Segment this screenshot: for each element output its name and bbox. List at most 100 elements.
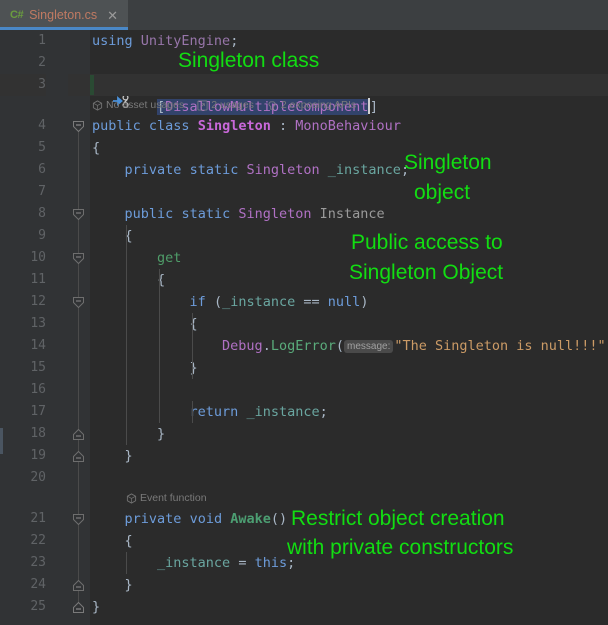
gutter-icon-slot: [46, 574, 68, 596]
code-line-11[interactable]: 11 {: [0, 269, 608, 291]
tab-singleton-cs[interactable]: C# Singleton.cs ✕: [0, 0, 129, 30]
fold-slot[interactable]: [68, 508, 90, 530]
code-line-19[interactable]: 19 }: [0, 445, 608, 467]
code-text[interactable]: [DisallowMultipleComponent]: [90, 74, 608, 115]
code-line-8[interactable]: 8 public static Singleton Instance: [0, 203, 608, 225]
code-text[interactable]: }: [90, 445, 608, 467]
line-number: 3: [0, 74, 46, 96]
code-text[interactable]: Debug.LogError(message: "The Singleton is…: [90, 335, 608, 357]
fold-region-line: [78, 467, 79, 489]
code-text[interactable]: public class Singleton : MonoBehaviour: [90, 115, 608, 137]
code-line-23[interactable]: 23 _instance = this;: [0, 552, 608, 574]
fold-collapse-icon[interactable]: [72, 253, 85, 264]
fold-collapse-icon[interactable]: [72, 514, 85, 525]
fold-collapse-icon[interactable]: [72, 209, 85, 220]
fold-slot[interactable]: [68, 247, 90, 269]
fold-expand-icon[interactable]: [72, 451, 85, 462]
code-editor[interactable]: 1 using UnityEngine; 2 3 [DisallowMultip…: [0, 30, 608, 625]
code-text[interactable]: public static Singleton Instance: [90, 203, 608, 225]
gutter-icon-slot[interactable]: [46, 74, 129, 109]
code-text[interactable]: [90, 467, 608, 489]
code-line-15[interactable]: 15 }: [0, 357, 608, 379]
code-text[interactable]: [90, 379, 608, 401]
code-text[interactable]: {: [90, 530, 608, 552]
hint-2-usages[interactable]: 2 usages: [197, 96, 254, 115]
line-number: 8: [38, 206, 46, 221]
code-text[interactable]: }: [90, 357, 608, 379]
line-number: 22: [30, 533, 46, 548]
fold-expand-icon[interactable]: [72, 580, 85, 591]
code-line-13[interactable]: 13 {: [0, 313, 608, 335]
code-line-7[interactable]: 7: [0, 181, 608, 203]
line-number: 2: [38, 55, 46, 70]
code-line-17[interactable]: 17 return _instance;: [0, 401, 608, 423]
line-number: 1: [38, 33, 46, 48]
code-text[interactable]: {: [90, 137, 608, 159]
hint-event-function[interactable]: Event function: [126, 489, 207, 508]
code-text[interactable]: return _instance;: [90, 401, 608, 423]
code-line-10[interactable]: 10 get: [0, 247, 608, 269]
fold-expand-icon[interactable]: [72, 602, 85, 613]
code-line-2[interactable]: 2: [0, 52, 608, 74]
code-text[interactable]: {: [90, 225, 608, 247]
code-text[interactable]: if (_instance == null): [90, 291, 608, 313]
code-line-21[interactable]: 21 private void Awake(): [0, 508, 608, 530]
code-line-25[interactable]: 25 }: [0, 596, 608, 618]
code-text[interactable]: }: [90, 423, 608, 445]
code-line-4[interactable]: 4 public class Singleton : MonoBehaviour: [0, 115, 608, 137]
inlay-hints[interactable]: Event function: [90, 489, 608, 508]
token-brace: {: [189, 316, 198, 332]
token-static: static: [189, 162, 239, 178]
token-brace: {: [124, 533, 133, 549]
code-line-18[interactable]: 18 }: [0, 423, 608, 445]
code-line-9[interactable]: 9 {: [0, 225, 608, 247]
hint-no-asset-usages[interactable]: No asset usages: [92, 96, 184, 115]
close-icon[interactable]: ✕: [105, 9, 120, 22]
inlay-hints[interactable]: No asset usages 2 usages 2 exposing APIs: [90, 96, 608, 115]
code-text[interactable]: }: [90, 574, 608, 596]
code-text[interactable]: get: [90, 247, 608, 269]
token-paren-open: (: [213, 294, 223, 310]
code-text[interactable]: {: [90, 313, 608, 335]
parameter-name-hint[interactable]: message:: [344, 339, 394, 353]
gutter-icon-slot: [46, 181, 68, 203]
code-text[interactable]: _instance = this;: [90, 552, 608, 574]
line-number: 24: [30, 577, 46, 592]
code-text[interactable]: {: [90, 269, 608, 291]
fold-slot[interactable]: [68, 115, 90, 137]
unity-event-icon: [126, 493, 137, 504]
fold-expand-icon[interactable]: [72, 429, 85, 440]
fold-slot[interactable]: [68, 423, 90, 445]
code-line-6[interactable]: 6 private static Singleton _instance;: [0, 159, 608, 181]
code-text[interactable]: private static Singleton _instance;: [90, 159, 608, 181]
code-line-1[interactable]: 1 using UnityEngine;: [0, 30, 608, 52]
fold-slot[interactable]: [68, 574, 90, 596]
fold-slot[interactable]: [68, 596, 90, 618]
code-line-16[interactable]: 16: [0, 379, 608, 401]
code-text[interactable]: using UnityEngine;: [90, 30, 608, 52]
hint-2-exposing-apis[interactable]: 2 exposing APIs: [267, 96, 356, 115]
code-text[interactable]: [90, 52, 608, 74]
code-line-20[interactable]: 20: [0, 467, 608, 489]
fold-collapse-icon[interactable]: [72, 297, 85, 308]
code-text[interactable]: }: [90, 596, 608, 618]
code-line-14[interactable]: 14 Debug.LogError(message: "The Singleton…: [0, 335, 608, 357]
token-brace: }: [92, 599, 101, 615]
code-text[interactable]: private void Awake(): [90, 508, 608, 530]
code-line-3[interactable]: 3 [DisallowMultipleComponent]: [0, 74, 608, 115]
code-line-22[interactable]: 22 {: [0, 530, 608, 552]
fold-slot[interactable]: [68, 203, 90, 225]
token-void: void: [189, 511, 223, 527]
token-field: _instance: [246, 404, 320, 420]
code-text[interactable]: [90, 181, 608, 203]
fold-slot[interactable]: [68, 445, 90, 467]
code-line-24[interactable]: 24 }: [0, 574, 608, 596]
code-line-12[interactable]: 12 if (_instance == null): [0, 291, 608, 313]
token-return: return: [189, 404, 239, 420]
code-line-5[interactable]: 5 {: [0, 137, 608, 159]
fold-slot[interactable]: [68, 291, 90, 313]
indent-guide: [126, 423, 127, 445]
fold-region-line: [78, 552, 79, 574]
line-number: 23: [30, 555, 46, 570]
fold-collapse-icon[interactable]: [72, 121, 85, 132]
